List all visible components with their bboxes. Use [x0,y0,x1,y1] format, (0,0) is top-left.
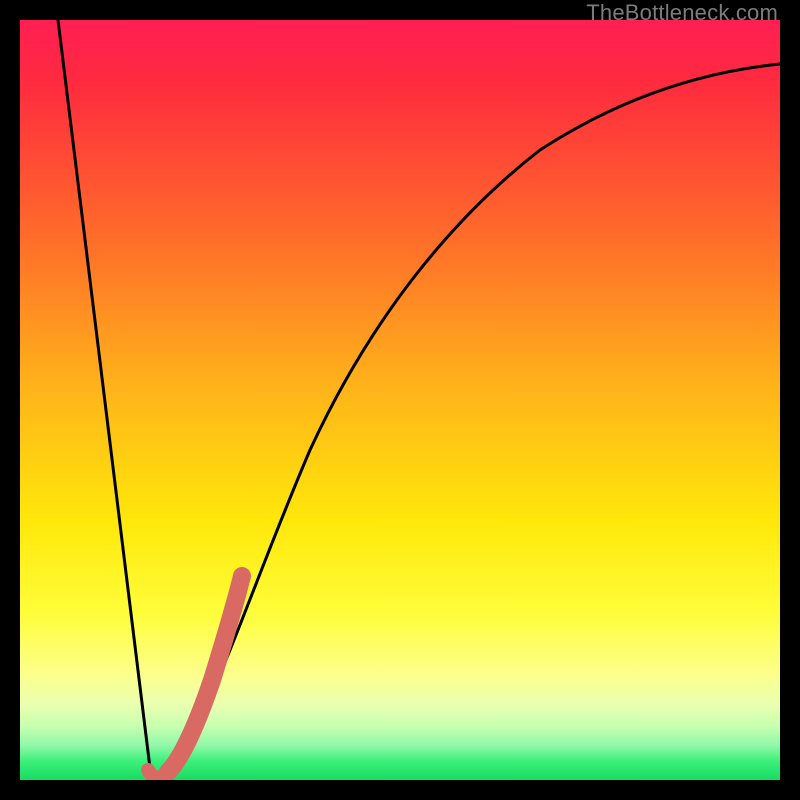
plot-area [20,20,780,780]
chart-svg [20,20,780,780]
gradient-background [20,20,780,780]
min-marker [148,770,168,777]
watermark-text: TheBottleneck.com [586,0,778,26]
outer-frame: TheBottleneck.com [0,0,800,800]
